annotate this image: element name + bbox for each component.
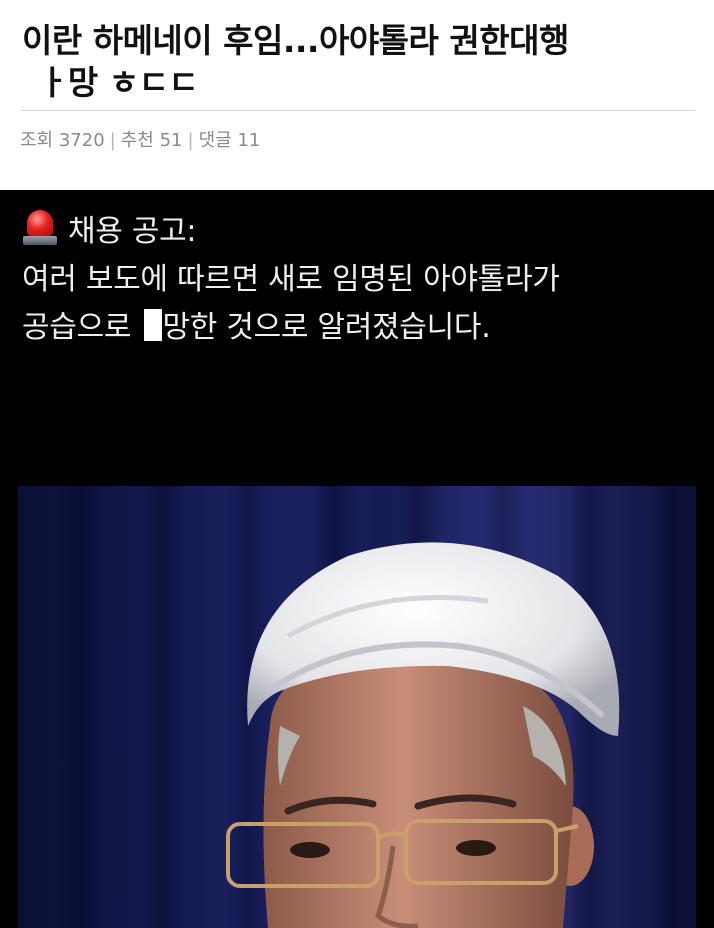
likes-count: 51: [159, 130, 183, 151]
caption-line-2-end: 망한 것으로 알려졌습니다.: [162, 310, 491, 345]
post-title: 이란 하메네이 후임...아야톨라 권한대행 ㅏ망 ㅎㄷㄷ: [22, 20, 702, 104]
stats-separator: |: [109, 130, 116, 151]
image-caption: 채용 공고: 여러 보도에 따르면 새로 임명된 아야톨라가 공습으로 망한 것…: [22, 208, 702, 352]
header-divider: [20, 110, 695, 111]
comments-count: 11: [237, 130, 261, 151]
views-count: 3720: [58, 130, 105, 151]
post-stats: 조회 3720 | 추천 51 | 댓글 11: [20, 126, 260, 152]
caption-line-1: 여러 보도에 따르면 새로 임명된 아야톨라가: [22, 262, 560, 297]
caption-heading-row: 채용 공고:: [22, 208, 702, 256]
stats-separator: |: [187, 130, 194, 151]
post-image[interactable]: 채용 공고: 여러 보도에 따르면 새로 임명된 아야톨라가 공습으로 망한 것…: [0, 190, 714, 928]
police-siren-icon: [22, 209, 58, 247]
post-title-line-2: ㅏ망 ㅎㄷㄷ: [38, 63, 199, 102]
views-label: 조회: [20, 130, 54, 151]
post-page: 이란 하메네이 후임...아야톨라 권한대행 ㅏ망 ㅎㄷㄷ 조회 3720 | 추천…: [0, 0, 714, 928]
portrait-photo: [18, 486, 696, 928]
post-title-line-1: 이란 하메네이 후임...아야톨라 권한대행: [22, 21, 569, 60]
comments-label: 댓글: [198, 130, 232, 151]
post-header: 이란 하메네이 후임...아야톨라 권한대행 ㅏ망 ㅎㄷㄷ 조회 3720 | 추천…: [0, 0, 714, 190]
redaction-block: [144, 309, 163, 341]
caption-line-2-start: 공습으로: [22, 310, 141, 345]
caption-line-2: 공습으로 망한 것으로 알려졌습니다.: [22, 304, 702, 352]
caption-heading: 채용 공고:: [68, 214, 197, 249]
portrait-illustration: [226, 542, 620, 928]
likes-label: 추천: [120, 130, 154, 151]
